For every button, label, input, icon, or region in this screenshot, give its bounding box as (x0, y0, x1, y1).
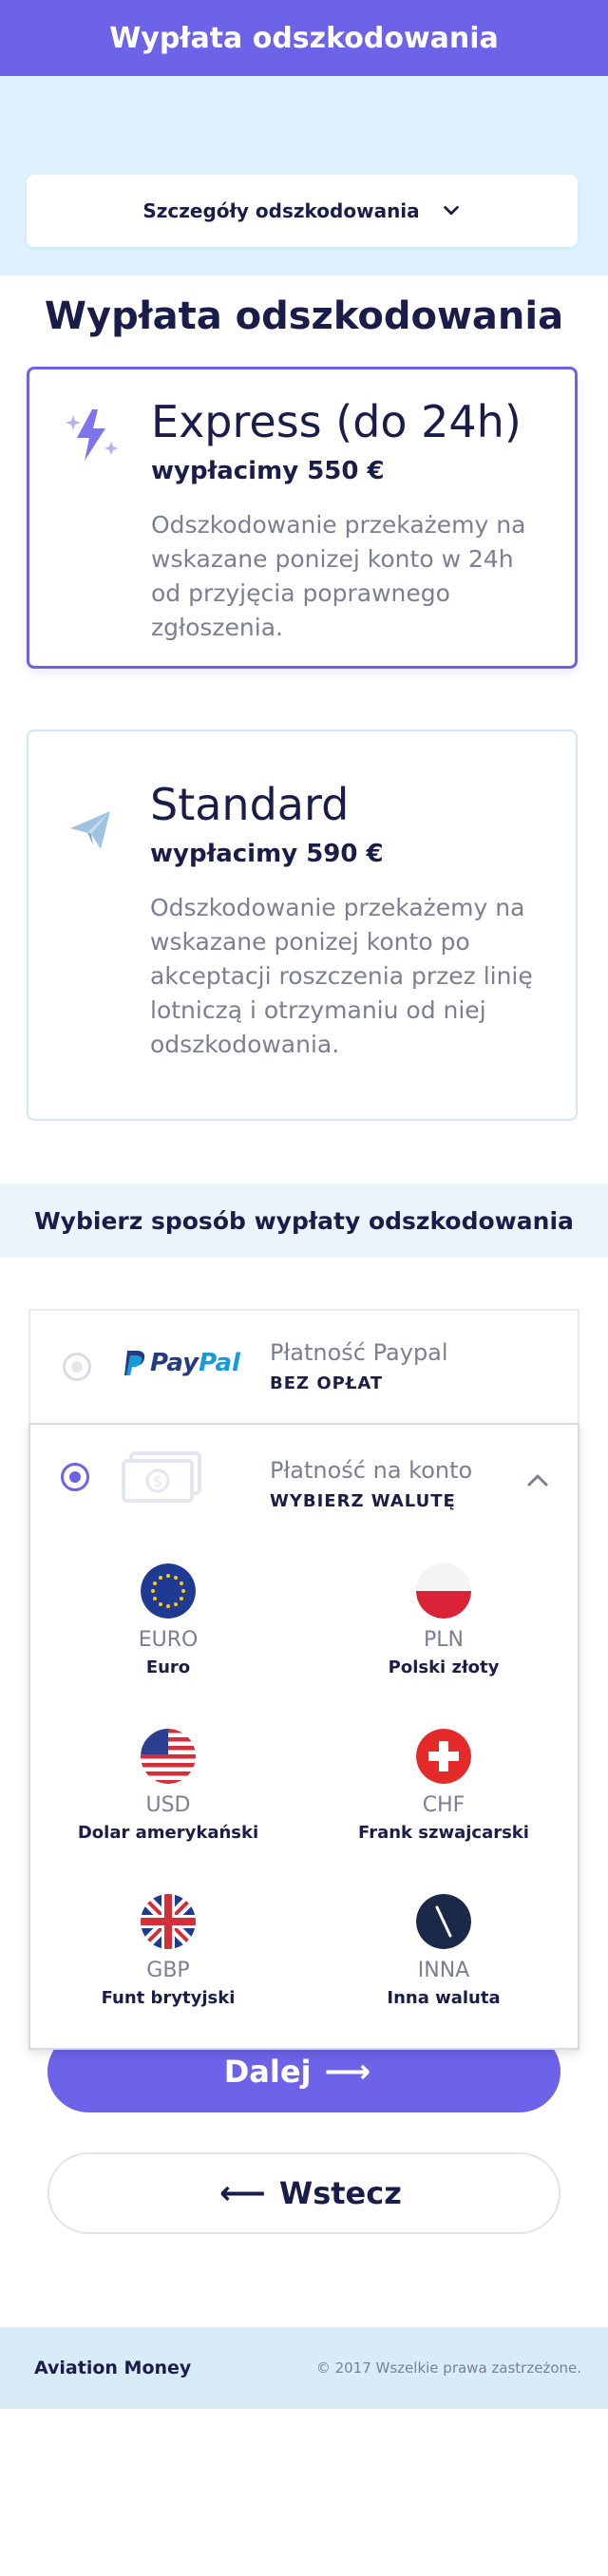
lightning-icon (66, 409, 118, 461)
paypal-radio[interactable] (63, 1353, 91, 1381)
currency-name: Dolar amerykański (77, 1823, 259, 1843)
paypal-sub: BEZ OPŁAT (270, 1373, 384, 1393)
currency-code: GBP (146, 1959, 190, 1982)
currency-option-pln[interactable]: PLN Polski złoty (306, 1563, 581, 1677)
header-title: Wypłata odszkodowania (109, 21, 499, 55)
currency-code: CHF (422, 1793, 466, 1817)
currency-option-chf[interactable]: CHF Frank szwajcarski (306, 1729, 581, 1843)
currency-name: Funt brytyjski (101, 1988, 236, 2008)
details-label: Szczegóły odszkodowania (142, 199, 420, 222)
option-amount: wypłacimy 590 € (150, 840, 384, 868)
option-description: Odszkodowanie przekażemy na wskazane pon… (150, 894, 533, 1058)
paypal-icon (124, 1351, 145, 1375)
poland-flag-icon (416, 1563, 471, 1619)
currency-code: INNA (417, 1959, 470, 1982)
currency-name: Inna waluta (387, 1988, 501, 2008)
payment-method-paypal[interactable]: Pay Pal Płatność Paypal BEZ OPŁAT (28, 1309, 580, 1423)
back-button[interactable]: ⟵ Wstecz (48, 2152, 560, 2234)
uk-flag-icon (141, 1894, 196, 1949)
chevron-down-icon (443, 205, 459, 216)
currency-code: USD (145, 1793, 191, 1817)
paypal-name: Płatność Paypal (270, 1339, 448, 1366)
chevron-up-icon[interactable] (526, 1472, 549, 1487)
svg-text:$: $ (153, 1472, 162, 1490)
paypal-logo: Pay Pal (122, 1349, 240, 1377)
bank-radio[interactable] (61, 1463, 89, 1491)
currency-name: Euro (145, 1657, 191, 1677)
back-label: Wstecz (278, 2175, 402, 2211)
currency-code: PLN (424, 1628, 464, 1652)
currency-option-other[interactable]: INNA Inna waluta (306, 1894, 581, 2008)
currency-option-usd[interactable]: USD Dolar amerykański (30, 1729, 306, 1843)
other-currency-icon (416, 1894, 471, 1949)
swiss-flag-icon (416, 1729, 471, 1784)
option-standard-card[interactable]: Standard wypłacimy 590 € Odszkodowanie p… (27, 729, 578, 1121)
next-label: Dalej (223, 2054, 312, 2090)
bank-name: Płatność na konto (270, 1457, 473, 1484)
paper-plane-icon (70, 811, 110, 849)
method-title-text: Wybierz sposób wypłaty odszkodowania (34, 1206, 574, 1235)
option-amount: wypłacimy 550 € (151, 457, 385, 485)
page-footer: Aviation Money © 2017 Wszelkie prawa zas… (0, 2327, 608, 2409)
currency-code: EURO (138, 1628, 199, 1652)
method-section-title: Wybierz sposób wypłaty odszkodowania (0, 1184, 608, 1258)
option-title: Standard (150, 779, 350, 830)
currency-name: Polski złoty (388, 1657, 500, 1677)
option-title: Express (do 24h) (151, 396, 522, 447)
arrow-left-icon: ⟵ (219, 2174, 266, 2212)
currency-option-gbp[interactable]: GBP Funt brytyjski (30, 1894, 306, 2008)
footer-brand: Aviation Money (34, 2358, 192, 2378)
option-description: Odszkodowanie przekażemy na wskazane pon… (151, 511, 526, 641)
footer-copyright: © 2017 Wszelkie prawa zastrzeżone. (315, 2359, 581, 2377)
details-dropdown[interactable]: Szczegóły odszkodowania (27, 175, 578, 247)
usa-flag-icon (141, 1729, 196, 1784)
bank-sub: WYBIERZ WALUTĘ (270, 1491, 456, 1511)
eu-flag-icon (141, 1563, 196, 1619)
payment-method-bank[interactable]: $ Płatność na konto WYBIERZ WALUTĘ EURO … (28, 1423, 580, 2050)
option-express-card[interactable]: Express (do 24h) wypłacimy 550 € Odszkod… (27, 367, 578, 669)
page-title: Wypłata odszkodowania (44, 294, 564, 338)
cash-icon: $ (122, 1451, 201, 1503)
currency-name: Frank szwajcarski (358, 1823, 529, 1843)
currency-option-euro[interactable]: EURO Euro (30, 1563, 306, 1677)
arrow-right-icon: ⟶ (324, 2053, 371, 2091)
page-header: Wypłata odszkodowania (0, 0, 608, 76)
